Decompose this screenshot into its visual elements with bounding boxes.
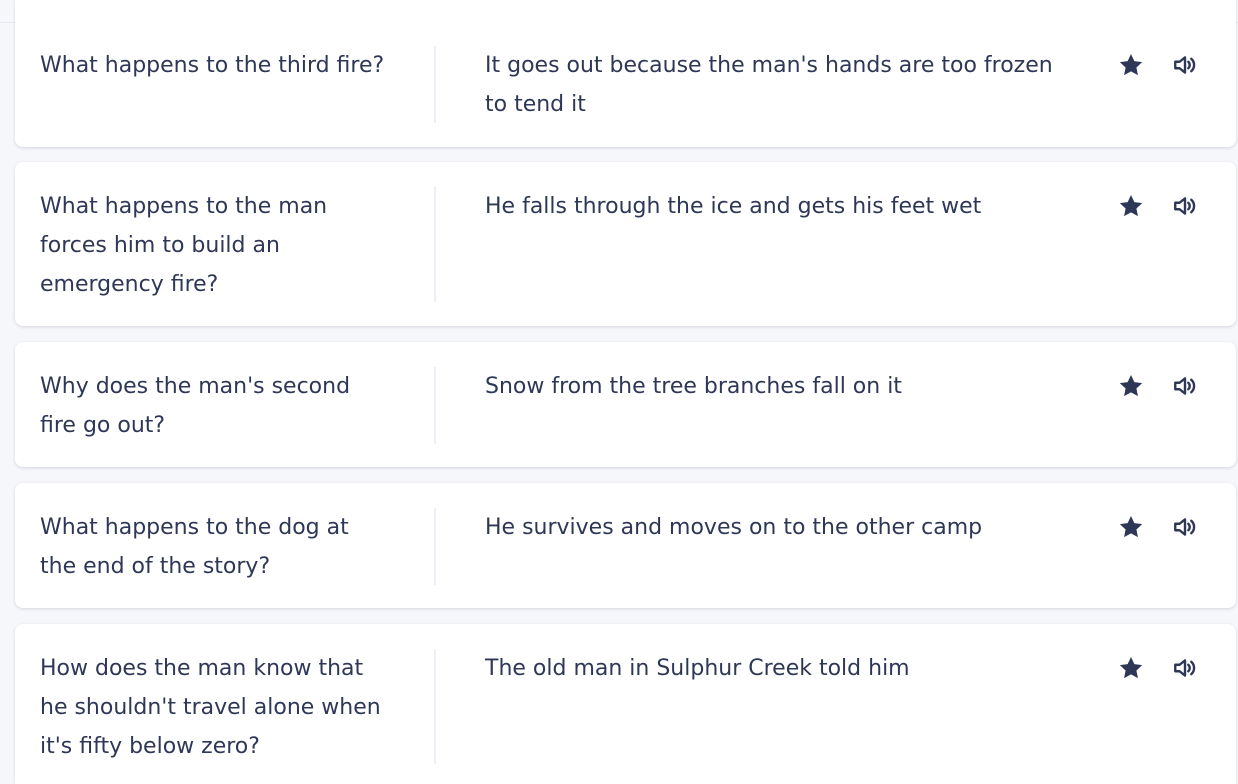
term-card: How does the man know that he shouldn't …: [15, 624, 1236, 784]
star-icon: [1119, 53, 1143, 76]
audio-button[interactable]: [1168, 48, 1202, 82]
speaker-icon: [1174, 56, 1196, 74]
speaker-icon: [1174, 518, 1196, 536]
speaker-icon: [1174, 377, 1196, 395]
term-card: What happens to the dog at the end of th…: [15, 483, 1236, 608]
term-text: How does the man know that he shouldn't …: [40, 656, 381, 759]
star-icon: [1119, 374, 1143, 397]
audio-button[interactable]: [1168, 369, 1202, 403]
term-text: What happens to the man forces him to bu…: [40, 194, 328, 297]
definition-text: Snow from the tree branches fall on it: [485, 374, 902, 399]
speaker-icon: [1174, 197, 1196, 215]
term-card: Why does the man's second fire go out? S…: [15, 342, 1236, 467]
star-icon: [1119, 515, 1143, 538]
audio-button[interactable]: [1168, 510, 1202, 544]
card-divider: [434, 508, 436, 585]
star-button[interactable]: [1114, 48, 1148, 82]
star-button[interactable]: [1114, 369, 1148, 403]
term-card: What happens to the man forces him to bu…: [15, 162, 1236, 326]
card-divider: [434, 649, 436, 764]
definition-text: The old man in Sulphur Creek told him: [485, 656, 910, 681]
star-button[interactable]: [1114, 510, 1148, 544]
term-text: Why does the man's second fire go out?: [40, 374, 351, 438]
speaker-icon: [1174, 659, 1196, 677]
definition-text: He falls through the ice and gets his fe…: [485, 194, 982, 219]
star-icon: [1119, 194, 1143, 217]
card-divider: [434, 46, 436, 123]
definition-text: It goes out because the man's hands are …: [485, 53, 1053, 117]
term-card: What happens to the third fire? It goes …: [15, 0, 1236, 147]
audio-button[interactable]: [1168, 189, 1202, 223]
term-text: What happens to the third fire?: [40, 53, 385, 78]
card-divider: [434, 367, 436, 444]
card-divider: [434, 187, 436, 302]
audio-button[interactable]: [1168, 651, 1202, 685]
star-button[interactable]: [1114, 651, 1148, 685]
star-icon: [1119, 656, 1143, 679]
definition-text: He survives and moves on to the other ca…: [485, 515, 983, 540]
star-button[interactable]: [1114, 189, 1148, 223]
term-text: What happens to the dog at the end of th…: [40, 515, 349, 579]
